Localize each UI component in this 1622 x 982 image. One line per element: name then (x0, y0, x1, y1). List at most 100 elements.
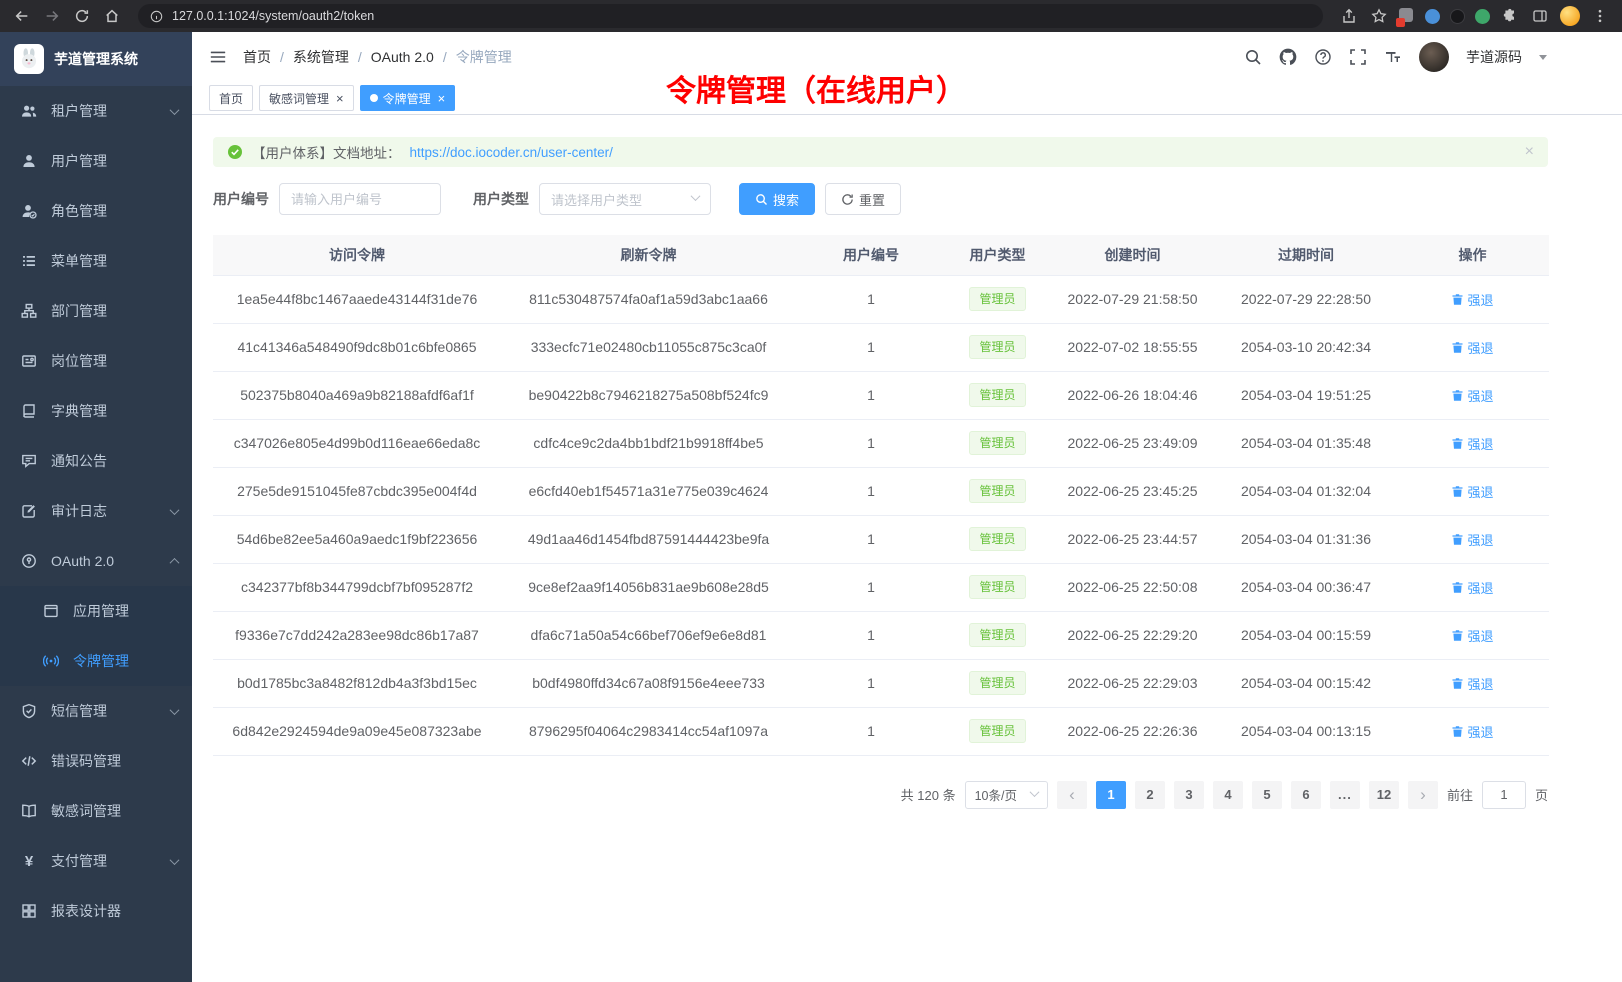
extension-icon[interactable] (1450, 9, 1465, 24)
browser-profile-avatar[interactable] (1560, 6, 1580, 26)
extension-icon[interactable] (1425, 9, 1440, 24)
breadcrumb-item[interactable]: 系统管理 (293, 47, 349, 67)
refresh-token-cell: 49d1aa46d1454fbd87591444423be9fa (501, 515, 796, 563)
user-id-cell: 1 (796, 419, 946, 467)
search-icon[interactable] (1244, 48, 1262, 66)
chevron-down-icon (171, 108, 178, 115)
breadcrumb-item[interactable]: 首页 (243, 47, 271, 67)
sidebar-item-report[interactable]: 报表设计器 (0, 886, 192, 936)
sidebar-item-audit-log[interactable]: 审计日志 (0, 486, 192, 536)
force-logout-button[interactable]: 强退 (1451, 482, 1493, 501)
force-logout-button[interactable]: 强退 (1451, 386, 1493, 405)
side-panel-icon[interactable] (1530, 6, 1550, 26)
app-logo-row[interactable]: 芋道管理系统 (0, 32, 192, 86)
sidebar-item-label: 字典管理 (51, 401, 107, 421)
reset-button[interactable]: 重置 (825, 183, 901, 215)
address-bar[interactable]: 127.0.0.1:1024/system/oauth2/token (138, 4, 1323, 28)
font-size-icon[interactable] (1384, 48, 1402, 66)
sidebar-item-dict[interactable]: 字典管理 (0, 386, 192, 436)
chevron-down-icon[interactable] (1539, 55, 1547, 60)
close-icon[interactable]: × (1525, 143, 1534, 161)
sidebar-item-tenant[interactable]: 租户管理 (0, 86, 192, 136)
screen: 127.0.0.1:1024/system/oauth2/token 芋道管理系… (0, 0, 1622, 982)
username[interactable]: 芋道源码 (1466, 47, 1522, 67)
fullscreen-icon[interactable] (1349, 48, 1367, 66)
force-logout-button[interactable]: 强退 (1451, 578, 1493, 597)
sidebar-item-sensitive-word[interactable]: 敏感词管理 (0, 786, 192, 836)
browser-back-icon[interactable] (12, 6, 32, 26)
page-button[interactable]: 6 (1291, 781, 1321, 809)
browser-forward-icon[interactable] (42, 6, 62, 26)
github-icon[interactable] (1279, 48, 1297, 66)
page-button[interactable]: 4 (1213, 781, 1243, 809)
expire-time-cell: 2054-03-04 00:15:42 (1216, 659, 1396, 707)
extensions-puzzle-icon[interactable] (1500, 6, 1520, 26)
sidebar-item-user[interactable]: 用户管理 (0, 136, 192, 186)
action-cell: 强退 (1396, 467, 1549, 515)
force-logout-button[interactable]: 强退 (1451, 338, 1493, 357)
extension-badge (1396, 18, 1405, 27)
close-icon[interactable]: × (336, 92, 344, 105)
force-logout-button[interactable]: 强退 (1451, 626, 1493, 645)
sidebar-item-oauth2[interactable]: OAuth 2.0 (0, 536, 192, 586)
force-logout-button[interactable]: 强退 (1451, 674, 1493, 693)
sidebar-item-oauth2-app[interactable]: 应用管理 (0, 586, 192, 636)
user-type-placeholder: 请选择用户类型 (551, 190, 642, 209)
page-button[interactable]: 12 (1369, 781, 1399, 809)
user-id-input[interactable] (279, 183, 441, 215)
tab-2[interactable]: 令牌管理 × (360, 85, 456, 111)
goto-page-input[interactable] (1482, 781, 1526, 809)
share-icon[interactable] (1339, 6, 1359, 26)
browser-home-icon[interactable] (102, 6, 122, 26)
pager-pages: 123456...12 (1096, 781, 1399, 809)
help-icon[interactable] (1314, 48, 1332, 66)
hamburger-icon[interactable] (209, 48, 227, 66)
sidebar-item-oauth2-token[interactable]: 令牌管理 (0, 636, 192, 686)
force-logout-button[interactable]: 强退 (1451, 434, 1493, 453)
user-avatar[interactable] (1419, 42, 1449, 72)
sidebar-item-label: 短信管理 (51, 701, 107, 721)
extension-icon[interactable] (1475, 9, 1490, 24)
breadcrumb-item[interactable]: OAuth 2.0 (371, 49, 434, 65)
page-button[interactable]: 5 (1252, 781, 1282, 809)
access-token-cell: c347026e805e4d99b0d116eae66eda8c (213, 419, 501, 467)
sidebar-item-sms[interactable]: 短信管理 (0, 686, 192, 736)
page-button[interactable]: 3 (1174, 781, 1204, 809)
site-info-icon[interactable] (148, 8, 164, 24)
badge-icon (20, 352, 38, 370)
tab-1[interactable]: 敏感词管理× (259, 85, 354, 111)
sidebar-item-post[interactable]: 岗位管理 (0, 336, 192, 386)
doc-link[interactable]: https://doc.iocoder.cn/user-center/ (410, 145, 613, 160)
user-type-select[interactable]: 请选择用户类型 (539, 183, 711, 215)
sidebar-item-error-code[interactable]: 错误码管理 (0, 736, 192, 786)
next-page-button[interactable]: › (1408, 781, 1438, 809)
force-logout-button[interactable]: 强退 (1451, 530, 1493, 549)
page-button[interactable]: 2 (1135, 781, 1165, 809)
expire-time-cell: 2054-03-04 01:35:48 (1216, 419, 1396, 467)
more-pages-button[interactable]: ... (1330, 781, 1360, 809)
user-id-label: 用户编号 (213, 189, 269, 209)
sidebar-item-pay[interactable]: ¥支付管理 (0, 836, 192, 886)
browser-reload-icon[interactable] (72, 6, 92, 26)
force-logout-button[interactable]: 强退 (1451, 290, 1493, 309)
user-type-cell: 管理员 (946, 563, 1049, 611)
tab-label: 令牌管理 (383, 90, 431, 107)
sidebar-item-menu[interactable]: 菜单管理 (0, 236, 192, 286)
extension-icon[interactable] (1399, 8, 1415, 24)
sidebar-item-dept[interactable]: 部门管理 (0, 286, 192, 336)
browser-menu-icon[interactable] (1590, 6, 1610, 26)
close-icon[interactable]: × (438, 92, 446, 105)
sidebar-item-role[interactable]: 角色管理 (0, 186, 192, 236)
bookmark-star-icon[interactable] (1369, 6, 1389, 26)
page-button[interactable]: 1 (1096, 781, 1126, 809)
created-time-cell: 2022-07-02 18:55:55 (1049, 323, 1216, 371)
grid-icon (20, 902, 38, 920)
table-row: c347026e805e4d99b0d116eae66eda8ccdfc4ce9… (213, 419, 1549, 467)
prev-page-button[interactable]: ‹ (1057, 781, 1087, 809)
force-logout-button[interactable]: 强退 (1451, 722, 1493, 741)
tab-0[interactable]: 首页 (209, 85, 253, 111)
pagination: 共 120 条 10条/页 ‹ 123456...12 › 前往 页 (213, 781, 1548, 809)
search-button[interactable]: 搜索 (739, 183, 815, 215)
page-size-select[interactable]: 10条/页 (965, 781, 1048, 809)
sidebar-item-notice[interactable]: 通知公告 (0, 436, 192, 486)
